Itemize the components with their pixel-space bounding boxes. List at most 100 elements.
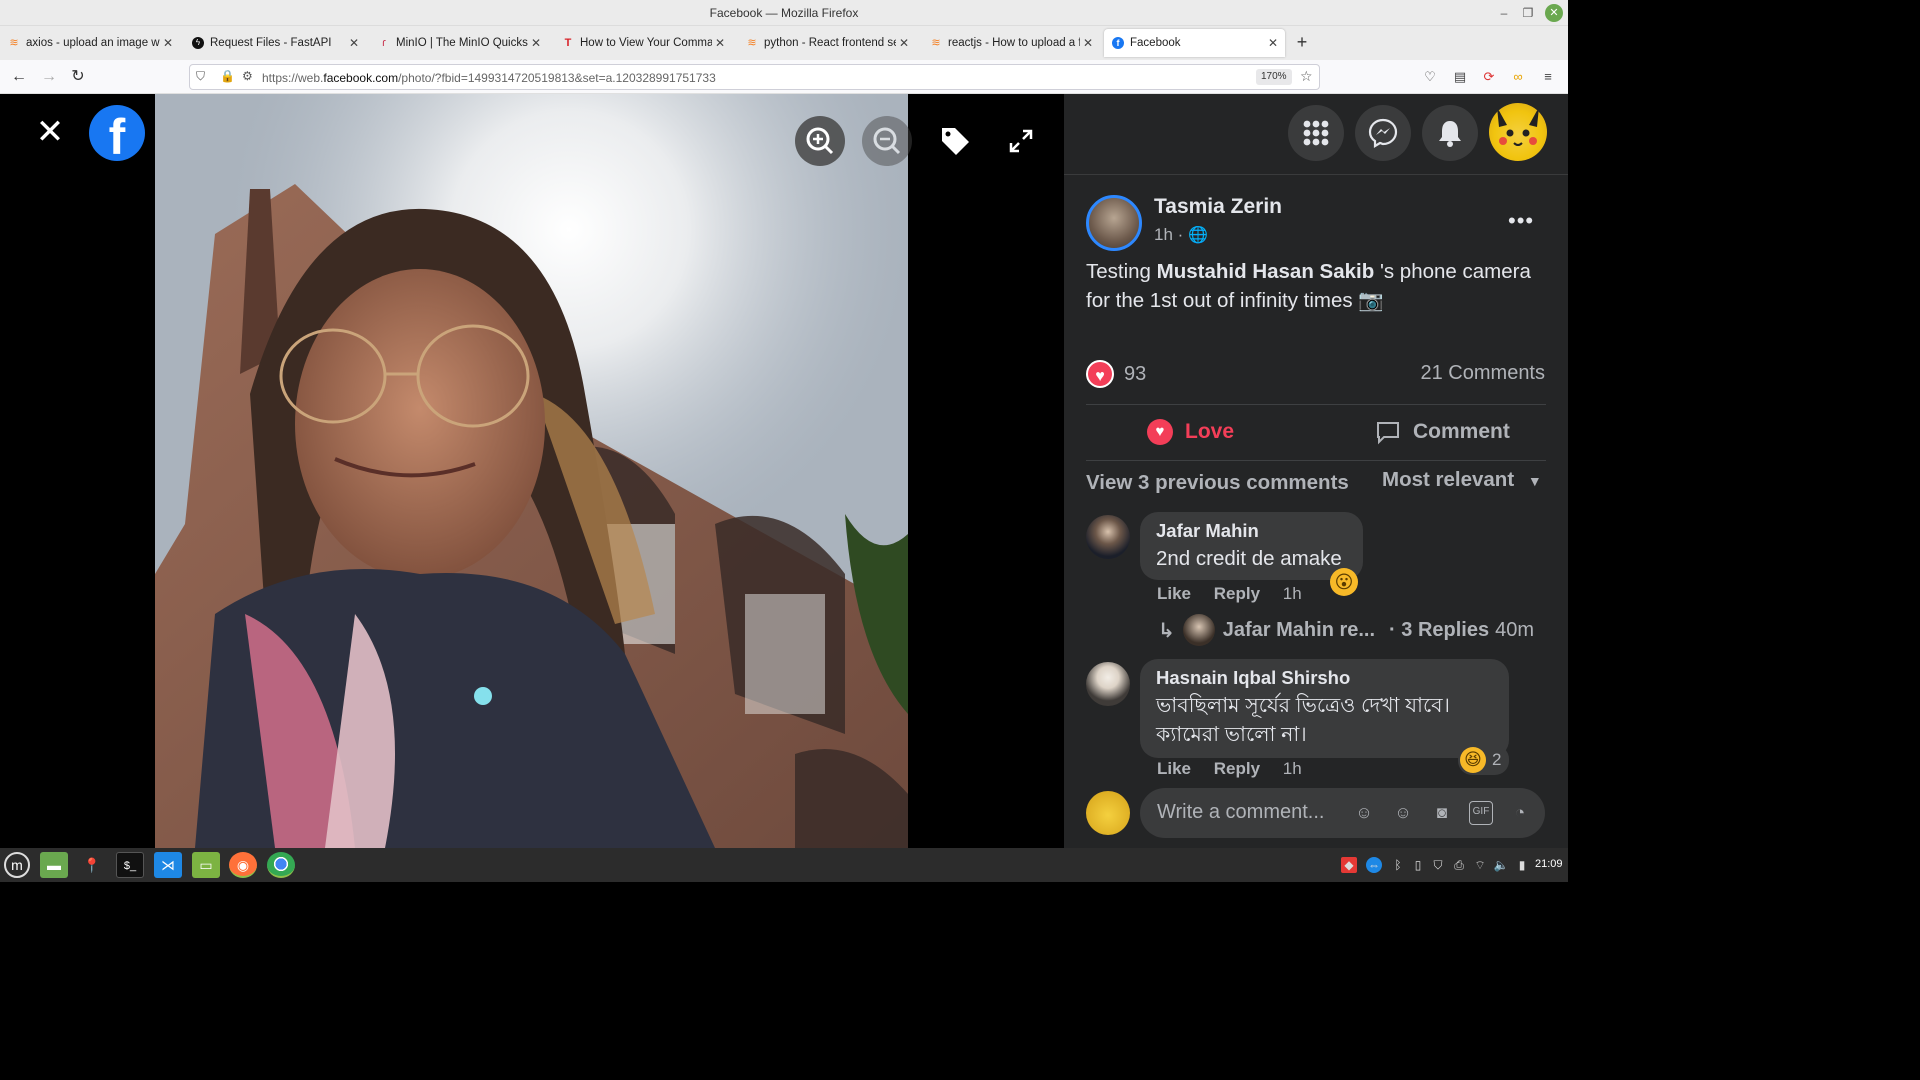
folder-icon[interactable]: ▭ xyxy=(192,852,220,878)
minimize-icon[interactable]: – xyxy=(1495,4,1513,22)
wifi-icon[interactable]: ⌔ xyxy=(1472,857,1488,873)
extension-icon[interactable]: ▤ xyxy=(1451,68,1469,86)
teamviewer-icon[interactable]: ⇔ xyxy=(1366,857,1382,873)
maps-icon[interactable]: 📍 xyxy=(78,852,106,878)
author-avatar[interactable] xyxy=(1086,195,1142,251)
fullscreen-icon[interactable] xyxy=(1004,124,1038,158)
firefox-icon[interactable]: ◉ xyxy=(229,852,257,878)
anydesk-icon[interactable]: ◆ xyxy=(1341,857,1357,873)
tab-close-icon[interactable]: ✕ xyxy=(346,36,362,50)
tab-command[interactable]: T How to View Your Comman ✕ xyxy=(554,29,732,57)
start-menu-icon[interactable]: m xyxy=(4,852,30,878)
camera-icon[interactable]: ◙ xyxy=(1430,801,1454,825)
reload-icon[interactable]: ↻ xyxy=(68,67,88,87)
view-replies-link[interactable]: ↳ Jafar Mahin re... · 3 Replies 40m xyxy=(1158,614,1534,646)
tab-close-icon[interactable]: ✕ xyxy=(1080,36,1096,50)
link-icon[interactable]: ∞ xyxy=(1509,68,1527,86)
sticker-icon[interactable]: ◔ xyxy=(1508,801,1532,825)
tab-strip: ≋ axios - upload an image with ✕ ϟ Reque… xyxy=(0,26,1568,60)
author-name[interactable]: Tasmia Zerin xyxy=(1154,195,1282,219)
comments-count[interactable]: 21 Comments xyxy=(1421,362,1546,385)
navigation-toolbar: ← → ↻ ⛉ 🔒 ⚙ https://web.facebook.com/pho… xyxy=(0,60,1568,94)
tab-close-icon[interactable]: ✕ xyxy=(712,36,728,50)
volume-icon[interactable]: 🔈 xyxy=(1493,857,1509,873)
post-time[interactable]: 1h · 🌐 xyxy=(1154,225,1208,245)
chrome-icon[interactable] xyxy=(267,852,295,878)
reply-link[interactable]: Reply xyxy=(1214,759,1260,778)
maximize-icon[interactable]: ❐ xyxy=(1519,4,1537,22)
url-bar[interactable]: ⛉ 🔒 ⚙ https://web.facebook.com/photo/?fb… xyxy=(189,64,1320,90)
more-options-icon[interactable]: ••• xyxy=(1508,208,1534,234)
menu-grid-icon[interactable] xyxy=(1288,105,1344,161)
tab-facebook[interactable]: f Facebook ✕ xyxy=(1104,29,1285,57)
permissions-icon[interactable]: ⚙ xyxy=(242,69,253,83)
mention-link[interactable]: Mustahid Hasan Sakib xyxy=(1157,260,1375,283)
clock[interactable]: 21:09 xyxy=(1535,858,1563,870)
tab-reactjs[interactable]: ≋ reactjs - How to upload a fil ✕ xyxy=(922,29,1100,57)
comment-time[interactable]: 1h xyxy=(1283,584,1302,603)
new-tab-button[interactable]: + xyxy=(1293,32,1311,53)
tab-axios[interactable]: ≋ axios - upload an image with ✕ xyxy=(0,29,180,57)
sort-comments-dropdown[interactable]: Most relevant ▼ xyxy=(1382,468,1542,492)
commenter-name[interactable]: Jafar Mahin xyxy=(1156,520,1347,542)
comment-text: 2nd credit de amake xyxy=(1156,547,1342,570)
comment-reaction[interactable]: 😆 2 xyxy=(1458,745,1510,775)
gif-icon[interactable]: GIF xyxy=(1469,801,1493,825)
bluetooth-icon[interactable]: ᛒ xyxy=(1390,857,1406,873)
notifications-bell-icon[interactable] xyxy=(1422,105,1478,161)
account-avatar[interactable] xyxy=(1489,103,1547,161)
bookmark-star-icon[interactable]: ☆ xyxy=(1300,68,1313,85)
comment-input[interactable]: Write a comment... ☺ ☺ ◙ GIF ◔ xyxy=(1140,788,1545,838)
messenger-icon[interactable] xyxy=(1355,105,1411,161)
tab-close-icon[interactable]: ✕ xyxy=(528,36,544,50)
comment-input-placeholder: Write a comment... xyxy=(1157,801,1325,823)
avatar-sticker-icon[interactable]: ☺ xyxy=(1352,801,1376,825)
commenter-name[interactable]: Hasnain Iqbal Shirsho xyxy=(1156,667,1493,689)
comment-button[interactable]: Comment xyxy=(1375,416,1510,448)
emoji-icon[interactable]: ☺ xyxy=(1391,801,1415,825)
tab-fastapi[interactable]: ϟ Request Files - FastAPI ✕ xyxy=(184,29,366,57)
comment-time[interactable]: 1h xyxy=(1283,759,1302,778)
zoom-level[interactable]: 170% xyxy=(1256,69,1292,85)
tag-icon[interactable] xyxy=(938,124,972,158)
terminal-icon[interactable]: $_ xyxy=(116,852,144,878)
pocket-icon[interactable]: ♡ xyxy=(1421,68,1439,86)
zoom-in-button[interactable] xyxy=(795,116,845,166)
tab-close-icon[interactable]: ✕ xyxy=(160,36,176,50)
shield-icon[interactable]: ⛉ xyxy=(196,69,205,84)
shield-tray-icon[interactable]: ⛉ xyxy=(1430,857,1446,873)
tab-close-icon[interactable]: ✕ xyxy=(1265,36,1281,50)
my-avatar[interactable] xyxy=(1086,791,1130,835)
facebook-logo-icon[interactable]: f xyxy=(89,105,145,161)
close-viewer-icon[interactable]: ✕ xyxy=(34,115,66,149)
like-link[interactable]: Like xyxy=(1157,759,1191,778)
reply-link[interactable]: Reply xyxy=(1214,584,1260,603)
reaction-summary[interactable]: ♥ 93 xyxy=(1086,359,1146,389)
tab-python[interactable]: ≋ python - React frontend sen ✕ xyxy=(738,29,916,57)
back-icon[interactable]: ← xyxy=(9,67,29,87)
commenter-avatar[interactable] xyxy=(1086,662,1130,706)
like-link[interactable]: Like xyxy=(1157,584,1191,603)
post-sidebar: Tasmia Zerin 1h · 🌐 ••• Testing Mustahid… xyxy=(1064,94,1568,848)
clipboard-icon[interactable]: ▯ xyxy=(1410,857,1426,873)
zoom-out-icon xyxy=(873,127,901,155)
view-previous-comments[interactable]: View 3 previous comments xyxy=(1086,471,1349,495)
zoom-out-button[interactable] xyxy=(862,116,912,166)
lock-icon[interactable]: 🔒 xyxy=(220,69,235,83)
comment-reaction[interactable]: 😮 xyxy=(1330,568,1358,596)
vscode-icon[interactable]: ⋊ xyxy=(154,852,182,878)
window-close-icon[interactable]: ✕ xyxy=(1545,4,1563,22)
comment-bubble: Hasnain Iqbal Shirsho ভাবছিলাম সূর্যের ভ… xyxy=(1140,659,1509,758)
printer-icon[interactable]: ⎙ xyxy=(1451,857,1467,873)
files-icon[interactable]: ▬ xyxy=(40,852,68,878)
tab-minio[interactable]: ɾ MinIO | The MinIO Quickstar ✕ xyxy=(370,29,548,57)
menu-icon[interactable]: ≡ xyxy=(1539,68,1557,86)
tab-close-icon[interactable]: ✕ xyxy=(896,36,912,50)
addon-icon[interactable]: ⟳ xyxy=(1480,68,1498,86)
commenter-avatar[interactable] xyxy=(1086,515,1130,559)
reply-arrow-icon: ↳ xyxy=(1158,619,1175,642)
forward-icon[interactable]: → xyxy=(39,67,59,87)
url-text[interactable]: https://web.facebook.com/photo/?fbid=149… xyxy=(262,71,716,85)
love-button[interactable]: ♥ Love xyxy=(1147,416,1234,448)
battery-icon[interactable]: ▮ xyxy=(1514,857,1530,873)
